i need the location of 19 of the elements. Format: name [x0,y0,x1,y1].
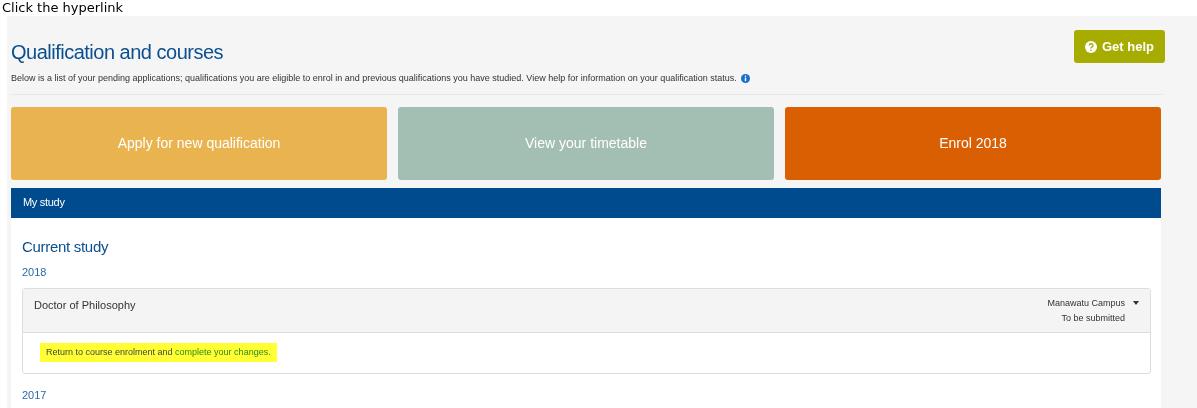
action-tile[interactable]: Apply for new qualification [11,106,387,180]
get-help-button[interactable]: Get help [1074,30,1165,63]
help-icon [1085,40,1097,53]
my-study-header: My study [11,187,1161,218]
year-label: 2018 [22,264,47,280]
caret-icon[interactable] [1133,301,1139,306]
status-label: To be submitted [1061,312,1125,325]
campus-label: Manawatu Campus [1047,296,1125,310]
year-label: 2017 [22,387,47,403]
action-tile[interactable]: View your timetable [398,106,774,180]
annotation-text: Click the hyperlink [2,0,124,16]
section-heading: Current study [22,236,109,257]
info-icon[interactable] [740,74,750,84]
qualification-name: Doctor of Philosophy [34,297,136,311]
action-tile[interactable]: Enrol 2018 [785,106,1161,180]
page-title: Qualification and courses [11,40,225,64]
enrolment-message: Return to course enrolment and complete your changes. [40,342,277,363]
page-description: Below is a list of your pending applications; qualifications you are eligible to enrol in and previous qualifications you have studied. View help for information on your qualification status. [11,72,737,85]
complete-changes-link[interactable]: complete your changes. [175,346,271,357]
